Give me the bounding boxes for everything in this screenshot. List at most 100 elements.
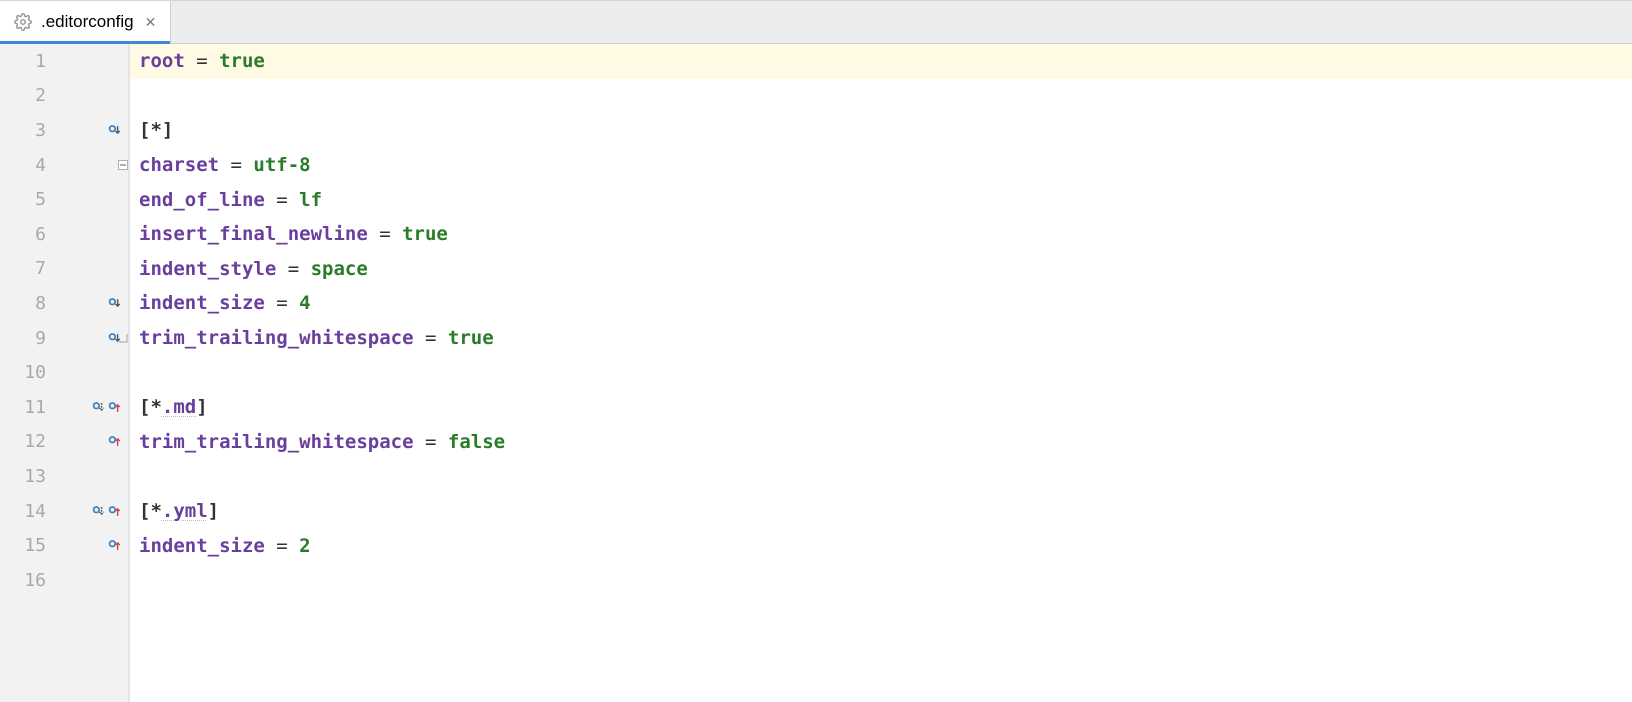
code-line[interactable]: trim_trailing_whitespace = false — [139, 425, 1632, 460]
code-token: [ — [139, 119, 150, 141]
fold-close-icon[interactable] — [116, 333, 130, 343]
code-token: true — [219, 50, 265, 72]
gutter-row[interactable]: 9 — [0, 321, 128, 356]
code-token: = — [414, 431, 448, 453]
code-line[interactable]: [*] — [139, 113, 1632, 148]
code-token: = — [265, 292, 299, 314]
code-token: .yml — [162, 500, 208, 522]
code-line[interactable]: trim_trailing_whitespace = true — [139, 321, 1632, 356]
override-up-icon[interactable] — [108, 504, 122, 518]
editor-area[interactable]: 12345678910111213141516 root = true[*]ch… — [0, 44, 1632, 702]
code-line[interactable]: charset = utf-8 — [139, 148, 1632, 183]
gutter-row[interactable]: 2 — [0, 79, 128, 114]
code-line[interactable]: indent_size = 4 — [139, 286, 1632, 321]
line-number: 15 — [0, 535, 54, 556]
line-number: 3 — [0, 120, 54, 141]
gutter-row[interactable]: 12 — [0, 425, 128, 460]
code-line[interactable]: indent_size = 2 — [139, 528, 1632, 563]
code-token: space — [311, 258, 368, 280]
code-token: = — [368, 223, 402, 245]
code-line[interactable] — [139, 355, 1632, 390]
line-number: 9 — [0, 328, 54, 349]
code-token: 2 — [299, 535, 310, 557]
code-token: .md — [162, 396, 196, 418]
line-number: 6 — [0, 224, 54, 245]
gutter-row[interactable]: 14 — [0, 494, 128, 529]
gutter-row[interactable]: 15 — [0, 528, 128, 563]
override-up-icon[interactable] — [108, 400, 122, 414]
code-token: trim_trailing_whitespace — [139, 327, 414, 349]
code-token: ] — [196, 396, 207, 418]
gear-icon — [14, 13, 32, 31]
code-token: [ — [139, 396, 150, 418]
tab-bar: .editorconfig ✕ — [0, 0, 1632, 44]
gutter-row[interactable]: 4 — [0, 148, 128, 183]
gutter-row[interactable]: 10 — [0, 355, 128, 390]
code-token: = — [265, 535, 299, 557]
code-line[interactable]: [*.yml] — [139, 494, 1632, 529]
line-number: 2 — [0, 85, 54, 106]
code-line[interactable]: indent_style = space — [139, 252, 1632, 287]
gutter-icon-slot — [54, 296, 128, 310]
gutter-row[interactable]: 11 — [0, 390, 128, 425]
code-token: ] — [162, 119, 173, 141]
gutter-row[interactable]: 6 — [0, 217, 128, 252]
line-number: 12 — [0, 431, 54, 452]
line-number: 14 — [0, 501, 54, 522]
code-area[interactable]: root = true[*]charset = utf-8end_of_line… — [130, 44, 1632, 702]
code-line[interactable] — [139, 79, 1632, 114]
code-line[interactable]: root = true — [130, 44, 1632, 79]
gutter-icon-slot — [54, 539, 128, 553]
code-token: utf-8 — [253, 154, 310, 176]
code-token: = — [414, 327, 448, 349]
code-token: indent_size — [139, 292, 265, 314]
code-line[interactable]: insert_final_newline = true — [139, 217, 1632, 252]
gutter-row[interactable]: 7 — [0, 252, 128, 287]
gutter-row[interactable]: 8 — [0, 286, 128, 321]
gutter-row[interactable]: 5 — [0, 182, 128, 217]
override-up-icon[interactable] — [108, 435, 122, 449]
gutter-icon-slot — [54, 400, 128, 414]
code-token: root — [139, 50, 185, 72]
override-down-icon[interactable] — [108, 123, 122, 137]
line-number: 8 — [0, 293, 54, 314]
code-token: 4 — [299, 292, 310, 314]
line-number: 11 — [0, 397, 54, 418]
code-line[interactable]: [*.md] — [139, 390, 1632, 425]
close-icon[interactable]: ✕ — [143, 12, 159, 33]
code-token: indent_size — [139, 535, 265, 557]
code-token: = — [276, 258, 310, 280]
line-number: 7 — [0, 258, 54, 279]
override-down-dotted-icon[interactable] — [92, 400, 106, 414]
gutter-row[interactable]: 3 — [0, 113, 128, 148]
line-number: 13 — [0, 466, 54, 487]
gutter-row[interactable]: 16 — [0, 563, 128, 598]
line-number: 4 — [0, 155, 54, 176]
line-number: 10 — [0, 362, 54, 383]
code-token: * — [150, 396, 161, 418]
gutter-row[interactable]: 13 — [0, 459, 128, 494]
gutter-icon-slot — [54, 435, 128, 449]
gutter-icon-slot — [54, 504, 128, 518]
code-token: charset — [139, 154, 219, 176]
tab-label: .editorconfig — [41, 12, 134, 32]
code-token: end_of_line — [139, 189, 265, 211]
code-token: insert_final_newline — [139, 223, 368, 245]
code-token: true — [402, 223, 448, 245]
file-tab[interactable]: .editorconfig ✕ — [0, 1, 171, 43]
code-token: = — [185, 50, 219, 72]
code-token: indent_style — [139, 258, 276, 280]
code-token: [ — [139, 500, 150, 522]
gutter-row[interactable]: 1 — [0, 44, 128, 79]
override-down-icon[interactable] — [108, 296, 122, 310]
override-down-dotted-icon[interactable] — [92, 504, 106, 518]
code-token: true — [448, 327, 494, 349]
override-up-icon[interactable] — [108, 539, 122, 553]
fold-open-icon[interactable] — [116, 160, 130, 170]
code-line[interactable]: end_of_line = lf — [139, 182, 1632, 217]
gutter: 12345678910111213141516 — [0, 44, 130, 702]
line-number: 16 — [0, 570, 54, 591]
code-line[interactable] — [139, 563, 1632, 598]
code-line[interactable] — [139, 459, 1632, 494]
line-number: 5 — [0, 189, 54, 210]
